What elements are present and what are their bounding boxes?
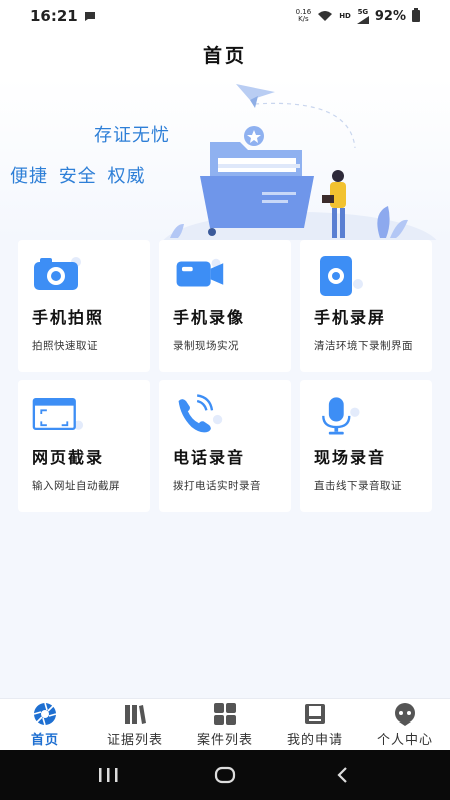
network-speed-unit: K/s: [298, 15, 309, 23]
battery-icon: [412, 8, 420, 22]
screen-record-icon: [320, 256, 363, 296]
feature-desc: 输入网址自动截屏: [32, 480, 120, 492]
feature-card-phone-record[interactable]: 电话录音 拨打电话实时录音: [159, 380, 291, 512]
slogan-line-2: 便捷 安全 权威: [10, 166, 146, 187]
feature-card-live-record[interactable]: 现场录音 直击线下录音取证: [300, 380, 432, 512]
feature-title: 网页截录: [32, 448, 105, 467]
feature-card-screen-record[interactable]: 手机录屏 清洁环境下录制界面: [300, 240, 432, 372]
video-camera-icon: [176, 258, 224, 287]
recent-apps-icon: [99, 768, 118, 782]
tab-evidence-list[interactable]: 证据列表: [90, 699, 180, 751]
feature-title: 手机录像: [173, 308, 246, 327]
status-time: 16:21: [30, 7, 78, 25]
feature-card-web-capture[interactable]: 网页截录 输入网址自动截屏: [18, 380, 150, 512]
folder-icon: [200, 126, 314, 236]
wifi-icon: [318, 11, 333, 21]
feature-desc: 直击线下录音取证: [314, 480, 402, 492]
tab-label: 证据列表: [106, 733, 163, 748]
feature-area: 手机拍照 拍照快速取证 手机录像 录制现场实况 手机录屏 清洁环境下录制界面 网…: [0, 240, 450, 698]
page-title: 首页: [202, 44, 247, 67]
slogan-line-1: 存证无忧: [94, 125, 170, 146]
back-button[interactable]: [322, 760, 362, 790]
phone-record-icon: [178, 394, 223, 433]
hero-illustration: [163, 84, 437, 240]
back-chevron-icon: [337, 767, 347, 783]
feature-desc: 清洁环境下录制界面: [314, 340, 413, 352]
microphone-icon: [322, 397, 360, 435]
recent-apps-button[interactable]: [88, 760, 128, 790]
feature-title: 电话录音: [173, 448, 246, 467]
hero-banner: 存证无忧 便捷 安全 权威: [0, 78, 450, 240]
home-button[interactable]: [205, 760, 245, 790]
signal-icon: [356, 16, 369, 24]
paper-plane-icon: [236, 84, 275, 108]
network-speed: 0.16 K/s: [296, 9, 312, 23]
status-right: 0.16 K/s HD 5G 92%: [296, 8, 420, 24]
tab-my-applications[interactable]: 我的申请: [270, 699, 360, 751]
tab-label: 案件列表: [196, 733, 253, 748]
tab-label: 首页: [30, 733, 59, 748]
feature-title: 手机拍照: [32, 308, 105, 327]
feature-desc: 拍照快速取证: [32, 340, 98, 352]
cell-signal: 5G: [356, 8, 369, 24]
feature-title: 手机录屏: [314, 308, 387, 327]
tab-case-list[interactable]: 案件列表: [180, 699, 270, 751]
system-navigation-bar: [0, 750, 450, 800]
feature-title: 现场录音: [314, 448, 387, 467]
web-capture-icon: [32, 397, 84, 431]
home-aperture-icon: [33, 702, 57, 726]
user-avatar-icon: [395, 703, 415, 726]
status-bar: 16:21 0.16 K/s HD 5G 92%: [0, 0, 450, 32]
bottom-tab-bar: 首页 证据列表 案件列表 我的申请 个人中心: [0, 698, 450, 750]
books-icon: [125, 705, 146, 724]
home-circle-icon: [214, 766, 236, 784]
bookmark-book-icon: [305, 704, 325, 724]
tab-label: 我的申请: [286, 733, 343, 748]
feature-desc: 拨打电话实时录音: [173, 480, 261, 492]
status-left: 16:21: [30, 7, 96, 25]
feature-card-video[interactable]: 手机录像 录制现场实况: [159, 240, 291, 372]
signal-generation: 5G: [357, 8, 369, 16]
message-icon: [84, 11, 95, 21]
tab-profile[interactable]: 个人中心: [360, 699, 450, 751]
grid-icon: [214, 703, 236, 725]
tab-label: 个人中心: [376, 733, 433, 748]
page-header: 首页: [0, 32, 450, 76]
camera-icon: [34, 257, 81, 290]
feature-card-photo[interactable]: 手机拍照 拍照快速取证: [18, 240, 150, 372]
hd-indicator: HD: [339, 12, 351, 20]
tab-home[interactable]: 首页: [0, 699, 90, 751]
battery-percent: 92%: [374, 8, 406, 24]
feature-grid: 手机拍照 拍照快速取证 手机录像 录制现场实况 手机录屏 清洁环境下录制界面 网…: [18, 240, 432, 512]
feature-desc: 录制现场实况: [173, 340, 239, 352]
